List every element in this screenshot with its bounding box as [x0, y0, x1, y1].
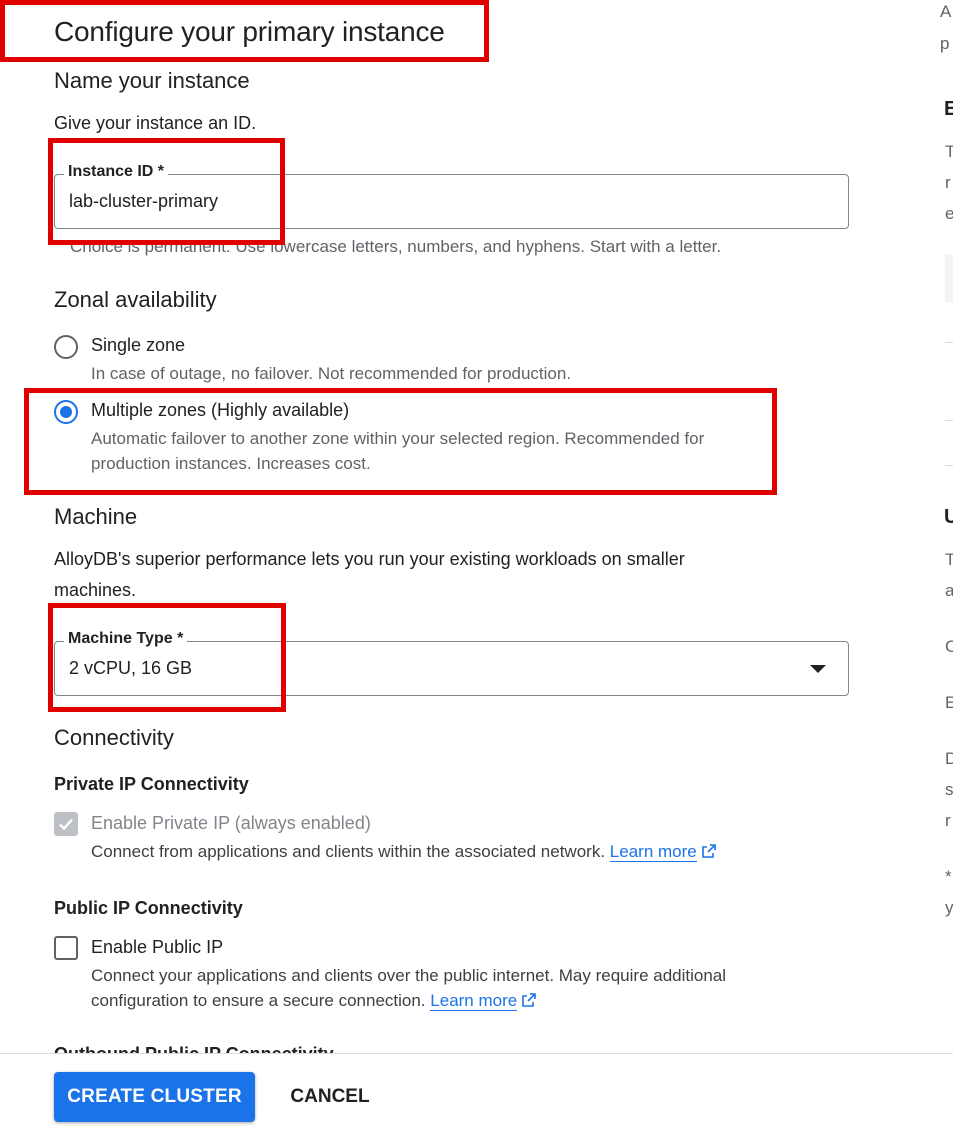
multiple-zones-radio[interactable] [54, 400, 78, 424]
multiple-zones-description-line1: Automatic failover to another zone withi… [91, 429, 705, 448]
multiple-zones-label[interactable]: Multiple zones (Highly available) [91, 400, 349, 421]
private-ip-checkbox[interactable] [54, 812, 78, 836]
private-ip-description-row: Connect from applications and clients wi… [91, 842, 717, 862]
single-zone-description: In case of outage, no failover. Not reco… [91, 364, 572, 383]
create-cluster-button[interactable]: CREATE CLUSTER [54, 1072, 255, 1122]
private-ip-description: Connect from applications and clients wi… [91, 842, 606, 861]
right-panel-fragment: C [945, 637, 953, 656]
right-panel-fragment: T [945, 142, 953, 161]
outbound-ip-heading-cutoff: Outbound Public IP Connectivity [54, 1044, 334, 1053]
public-ip-description-row2: configuration to ensure a secure connect… [91, 991, 537, 1011]
machine-heading: Machine [54, 504, 138, 529]
single-zone-label[interactable]: Single zone [91, 335, 185, 356]
right-panel-fragment: T [945, 550, 953, 569]
action-bar-divider [0, 1053, 953, 1054]
right-panel-divider [945, 465, 953, 466]
public-ip-checkbox-label[interactable]: Enable Public IP [91, 937, 223, 958]
machine-type-label: Machine Type * [64, 630, 188, 648]
instance-id-label: Instance ID * [64, 163, 169, 181]
right-panel-divider [945, 420, 953, 421]
right-panel-fragment: r [945, 811, 951, 830]
right-panel-fragment: U [944, 506, 953, 528]
right-panel-fragment: E [945, 693, 953, 712]
machine-description-line2: machines. [54, 580, 137, 600]
single-zone-radio[interactable] [54, 335, 78, 359]
machine-type-value[interactable]: 2 vCPU, 16 GB [69, 658, 192, 679]
public-ip-description-line2: configuration to ensure a secure connect… [91, 991, 426, 1010]
right-panel-table-header [945, 254, 953, 302]
instance-id-value[interactable]: lab-cluster-primary [69, 191, 218, 212]
right-panel-divider [945, 342, 953, 343]
zonal-availability-heading: Zonal availability [54, 287, 217, 312]
right-panel-fragment: a [945, 581, 953, 600]
public-ip-description-line1: Connect your applications and clients ov… [91, 966, 727, 985]
instance-id-field[interactable]: lab-cluster-primary [54, 174, 849, 229]
right-panel-fragment: s [945, 780, 953, 799]
machine-type-select[interactable]: 2 vCPU, 16 GB [54, 641, 849, 696]
arrow-drop-down-icon[interactable] [810, 665, 826, 673]
check-icon [59, 818, 73, 831]
private-ip-learn-more-label[interactable]: Learn more [610, 842, 697, 861]
right-panel-fragment: E [944, 98, 953, 120]
external-link-icon[interactable] [701, 843, 717, 859]
right-panel-fragment: y [945, 898, 953, 917]
public-ip-heading: Public IP Connectivity [54, 898, 243, 918]
public-ip-learn-more-label[interactable]: Learn more [430, 991, 517, 1010]
right-panel-fragment: A [940, 2, 952, 21]
public-ip-checkbox[interactable] [54, 936, 78, 960]
connectivity-heading: Connectivity [54, 725, 174, 750]
right-panel-fragment: * [945, 867, 952, 886]
external-link-icon[interactable] [521, 992, 537, 1008]
private-ip-learn-more-link[interactable]: Learn more [609, 842, 697, 862]
multiple-zones-description-line2: production instances. Increases cost. [91, 454, 371, 473]
right-panel-fragment: e [945, 204, 953, 223]
right-panel-fragment: p [940, 34, 950, 53]
public-ip-learn-more-link[interactable]: Learn more [430, 991, 518, 1011]
right-panel-fragment: D [945, 749, 953, 768]
name-instance-description: Give your instance an ID. [54, 113, 257, 133]
page-title: Configure your primary instance [54, 16, 445, 47]
cancel-button[interactable]: CANCEL [280, 1072, 380, 1122]
right-panel-fragment: r [945, 173, 951, 192]
private-ip-checkbox-label: Enable Private IP (always enabled) [91, 813, 371, 833]
machine-description-line1: AlloyDB's superior performance lets you … [54, 549, 685, 569]
instance-id-helper: Choice is permanent. Use lowercase lette… [70, 237, 722, 256]
name-instance-heading: Name your instance [54, 68, 250, 93]
private-ip-heading: Private IP Connectivity [54, 774, 249, 794]
